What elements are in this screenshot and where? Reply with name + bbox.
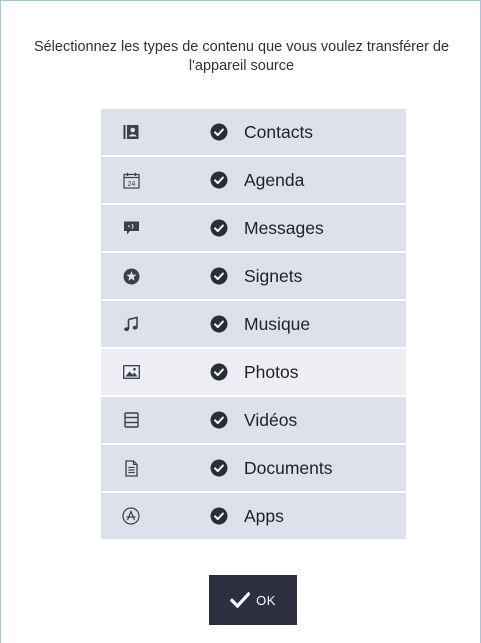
music-note-icon — [122, 315, 140, 333]
transfer-content-dialog: Sélectionnez les types de contenu que vo… — [0, 0, 481, 643]
content-type-label: Photos — [244, 362, 299, 382]
content-type-label: Messages — [244, 218, 324, 238]
content-type-row-agenda[interactable]: 24 Agenda — [101, 157, 406, 203]
content-type-label: Vidéos — [244, 410, 298, 430]
check-circle-icon[interactable] — [210, 459, 228, 477]
calendar-day-number: 24 — [127, 180, 135, 187]
content-type-label: Agenda — [244, 170, 305, 190]
content-type-label: Musique — [244, 314, 311, 334]
content-type-row-messages[interactable]: Messages — [101, 205, 406, 251]
ok-button[interactable]: OK — [209, 575, 297, 625]
ok-button-label: OK — [256, 592, 276, 608]
checkmark-icon — [230, 592, 251, 608]
check-circle-icon[interactable] — [210, 267, 228, 285]
app-store-icon — [122, 507, 140, 525]
check-circle-icon[interactable] — [210, 171, 228, 189]
check-circle-icon[interactable] — [210, 507, 228, 525]
content-type-row-signets[interactable]: Signets — [101, 253, 406, 299]
check-circle-icon[interactable] — [210, 123, 228, 141]
content-type-list: Contacts 24 Agenda Messages Signets Musi… — [101, 109, 406, 541]
instruction-text: Sélectionnez les types de contenu que vo… — [33, 39, 450, 74]
image-icon — [122, 363, 140, 381]
content-type-row-photos[interactable]: Photos — [101, 349, 406, 395]
message-bubble-icon — [122, 219, 140, 237]
check-circle-icon[interactable] — [210, 315, 228, 333]
content-type-row-documents[interactable]: Documents — [101, 445, 406, 491]
content-type-label: Signets — [244, 266, 303, 286]
content-type-label: Apps — [244, 506, 284, 526]
content-type-row-musique[interactable]: Musique — [101, 301, 406, 347]
contact-card-icon — [122, 123, 140, 141]
content-type-row-videos[interactable]: Vidéos — [101, 397, 406, 443]
content-type-label: Contacts — [244, 122, 314, 142]
film-strip-icon — [122, 411, 140, 429]
check-circle-icon[interactable] — [210, 411, 228, 429]
content-type-row-apps[interactable]: Apps — [101, 493, 406, 539]
document-icon — [122, 459, 140, 477]
content-type-row-contacts[interactable]: Contacts — [101, 109, 406, 155]
check-circle-icon[interactable] — [210, 363, 228, 381]
calendar-icon: 24 — [122, 171, 140, 189]
content-type-label: Documents — [244, 458, 333, 478]
star-circle-icon — [122, 267, 140, 285]
check-circle-icon[interactable] — [210, 219, 228, 237]
